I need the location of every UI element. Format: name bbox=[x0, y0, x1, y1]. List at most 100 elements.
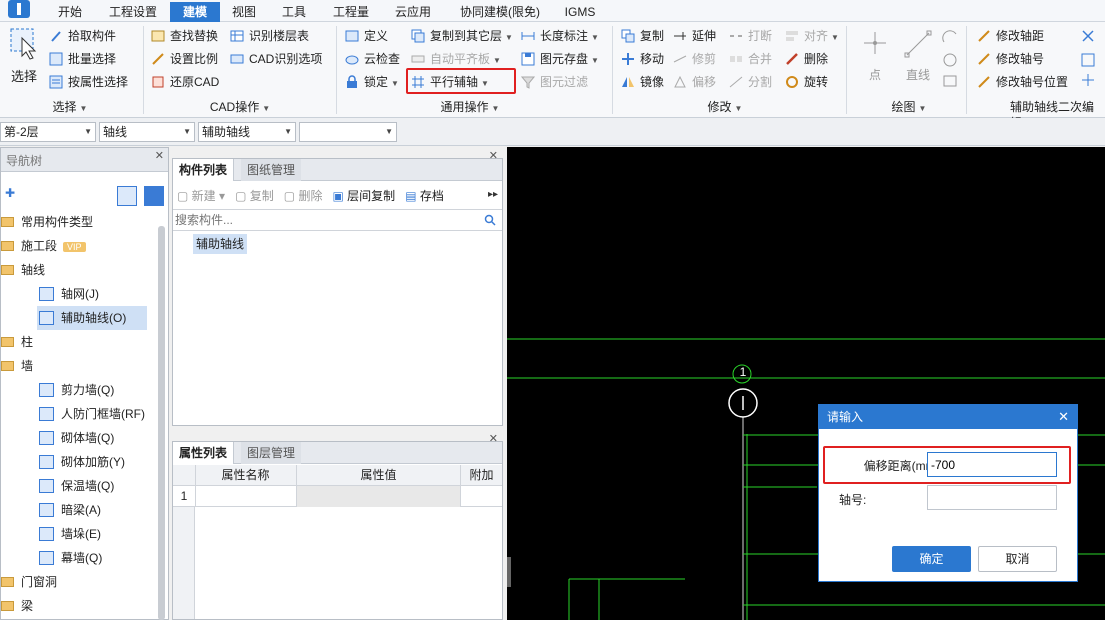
copy-to-floor-button[interactable]: 复制到其它层 ▼ bbox=[410, 26, 513, 46]
modify-axis-number-button[interactable]: 修改轴号 bbox=[976, 49, 1044, 69]
length-dimension-button[interactable]: 长度标注 ▼ bbox=[520, 26, 599, 46]
point-icon bbox=[864, 32, 886, 54]
nav-scrollbar[interactable] bbox=[158, 226, 165, 620]
menu-igms[interactable]: IGMS bbox=[558, 2, 602, 22]
close-icon[interactable]: ✕ bbox=[1058, 405, 1069, 429]
trim-button[interactable]: 修剪 bbox=[672, 49, 716, 69]
select-by-attr-button[interactable]: 按属性选择 bbox=[48, 72, 128, 92]
nav-tree-category[interactable]: 梁 bbox=[1, 594, 33, 618]
subtype-select[interactable]: 辅助轴线 ▼ bbox=[198, 122, 296, 142]
menu-collab[interactable]: 协同建模(限免) bbox=[450, 2, 550, 22]
rotate-button[interactable]: 旋转 bbox=[784, 72, 828, 92]
break-button[interactable]: 打断 bbox=[728, 26, 772, 46]
nav-tree-item[interactable]: 砌体加筋(Y) bbox=[37, 450, 125, 474]
copy-button[interactable]: 复制 bbox=[620, 26, 664, 46]
new-component-button[interactable]: ▢ 新建 ▾ bbox=[177, 189, 225, 203]
menu-quantity[interactable]: 工程量 bbox=[326, 2, 376, 22]
menu-modeling[interactable]: 建模 bbox=[170, 2, 220, 22]
nav-tree-item[interactable]: 人防门框墙(RF) bbox=[37, 402, 145, 426]
more-arrow-icon[interactable]: ▸▸ bbox=[488, 189, 498, 200]
select-button[interactable]: 选择 bbox=[6, 28, 42, 88]
floor-select[interactable]: 第-2层 ▼ bbox=[0, 122, 96, 142]
mirror-button[interactable]: 镜像 bbox=[620, 72, 664, 92]
menu-cloud[interactable]: 云应用 bbox=[388, 2, 438, 22]
restore-cad-button[interactable]: 还原CAD bbox=[150, 72, 219, 92]
nav-tree-item[interactable]: 墙垛(E) bbox=[37, 522, 101, 546]
menu-tools[interactable]: 工具 bbox=[276, 2, 312, 22]
selector-bar: 第-2层 ▼ 轴线 ▼ 辅助轴线 ▼ ▼ bbox=[0, 118, 1105, 146]
draw-shape-icons bbox=[942, 30, 957, 87]
tab-component-list[interactable]: 构件列表 bbox=[173, 159, 235, 181]
draw-line-button[interactable]: 直线 bbox=[898, 28, 938, 86]
nav-tree-item[interactable]: 保温墙(Q) bbox=[37, 474, 114, 498]
nav-tree-item[interactable]: 暗梁(A) bbox=[37, 498, 101, 522]
find-replace-button[interactable]: 查找替换 bbox=[150, 26, 218, 46]
row-property-value[interactable] bbox=[296, 486, 460, 507]
tab-property-list[interactable]: 属性列表 bbox=[173, 442, 235, 464]
nav-tree-label: 砌体墙(Q) bbox=[61, 431, 115, 445]
grid-view-icon[interactable] bbox=[144, 186, 164, 206]
merge-button[interactable]: 合并 bbox=[728, 49, 772, 69]
modify-axis-number-position-button[interactable]: 修改轴号位置 bbox=[976, 72, 1068, 92]
delete-button[interactable]: 删除 bbox=[784, 49, 828, 69]
nav-tree-item[interactable]: 幕墙(Q) bbox=[37, 546, 102, 570]
menu-view[interactable]: 视图 bbox=[226, 2, 262, 22]
align-button[interactable]: 对齐 ▼ bbox=[784, 26, 839, 46]
nav-tree-item[interactable]: 轴网(J) bbox=[37, 282, 99, 306]
nav-tree-category[interactable]: 轴线 bbox=[1, 258, 45, 282]
delete-component-button[interactable]: ▢ 删除 bbox=[284, 189, 323, 203]
set-scale-button[interactable]: 设置比例 bbox=[150, 49, 218, 69]
component-search-input[interactable] bbox=[175, 211, 475, 229]
axis-number-input[interactable] bbox=[927, 485, 1057, 510]
cloud-check-icon bbox=[345, 55, 359, 65]
break-icon bbox=[730, 35, 742, 37]
row-property-name[interactable] bbox=[195, 486, 296, 507]
copy-between-floors-button[interactable]: ▣ 层间复制 bbox=[332, 189, 395, 203]
tab-drawing-management[interactable]: 图纸管理 bbox=[241, 159, 302, 181]
cloud-check-button[interactable]: 云检查 bbox=[344, 49, 400, 69]
nav-tree-category[interactable]: 柱 bbox=[1, 330, 33, 354]
nav-tree-category[interactable]: 常用构件类型 bbox=[1, 210, 93, 234]
auto-align-slab-button[interactable]: 自动平齐板 ▼ bbox=[410, 49, 501, 69]
modify-axis-spacing-button[interactable]: 修改轴距 bbox=[976, 26, 1044, 46]
split-button[interactable]: 分割 bbox=[728, 72, 772, 92]
menu-start[interactable]: 开始 bbox=[52, 2, 88, 22]
cad-options-button[interactable]: CAD识别选项 bbox=[229, 49, 322, 69]
menu-project-settings[interactable]: 工程设置 bbox=[102, 2, 164, 22]
type-select[interactable]: 轴线 ▼ bbox=[99, 122, 195, 142]
close-icon[interactable]: ✕ bbox=[489, 432, 498, 445]
lock-button[interactable]: 锁定 ▼ bbox=[344, 72, 399, 92]
add-icon[interactable]: ✚ bbox=[5, 186, 15, 200]
search-icon[interactable] bbox=[484, 214, 496, 226]
draw-point-button[interactable]: 点 bbox=[858, 28, 892, 86]
identify-floor-table-button[interactable]: 识别楼层表 bbox=[229, 26, 309, 46]
table-row[interactable]: 1 bbox=[173, 486, 502, 507]
batch-select-button[interactable]: 批量选择 bbox=[48, 49, 116, 69]
extra-select[interactable]: ▼ bbox=[299, 122, 397, 142]
group-select-label: 选择 ▼ bbox=[52, 100, 88, 114]
tab-layer-management[interactable]: 图层管理 bbox=[241, 442, 302, 464]
nav-tree-category[interactable]: 墙 bbox=[1, 354, 33, 378]
cancel-button[interactable]: 取消 bbox=[978, 546, 1057, 572]
canvas-splitter[interactable] bbox=[507, 557, 511, 587]
nav-tree-category[interactable]: 门窗洞 bbox=[1, 570, 57, 594]
move-button[interactable]: 移动 bbox=[620, 49, 664, 69]
row-extra[interactable] bbox=[460, 486, 502, 507]
nav-tree-item[interactable]: 砌体墙(Q) bbox=[37, 426, 114, 450]
nav-tree-item[interactable]: 辅助轴线(O) bbox=[37, 306, 147, 330]
component-item-aux-axis[interactable]: 辅助轴线 bbox=[193, 234, 248, 254]
nav-tree-item[interactable]: 剪力墙(Q) bbox=[37, 378, 114, 402]
define-button[interactable]: 定义 bbox=[344, 26, 388, 46]
list-view-icon[interactable] bbox=[117, 186, 137, 206]
extend-button[interactable]: 延伸 bbox=[672, 26, 716, 46]
archive-button[interactable]: ▤ 存档 bbox=[405, 189, 444, 203]
ok-button[interactable]: 确定 bbox=[892, 546, 971, 572]
pick-component-button[interactable]: 拾取构件 bbox=[48, 26, 116, 46]
offset-button[interactable]: 偏移 bbox=[672, 72, 716, 92]
element-filter-button[interactable]: 图元过滤 bbox=[520, 72, 588, 92]
close-icon[interactable]: ✕ bbox=[155, 149, 164, 162]
nav-tree-category[interactable]: 施工段 VIP bbox=[1, 234, 86, 258]
close-icon[interactable]: ✕ bbox=[489, 149, 498, 162]
save-element-button[interactable]: 图元存盘 ▼ bbox=[520, 49, 599, 69]
copy-component-button[interactable]: ▢ 复制 bbox=[235, 189, 274, 203]
